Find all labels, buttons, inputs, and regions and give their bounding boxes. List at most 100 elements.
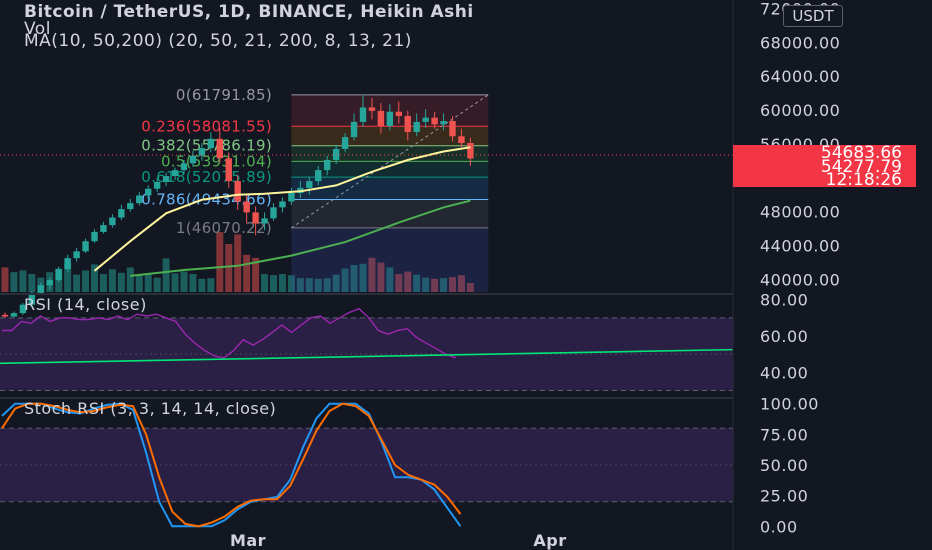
trading-chart[interactable]: 0(61791.85)0.236(58081.55)0.382(55786.19… [0,0,932,550]
candle-body [82,241,89,252]
volume-bar [153,277,161,292]
candle-body [449,121,456,137]
candle-body [171,170,179,177]
volume-bar [126,267,134,292]
candle-body [315,170,322,182]
candle-body [73,251,80,259]
candle-body [64,258,71,270]
stoch-rsi-pane[interactable] [0,402,733,528]
volume-bar [162,258,170,292]
rsi-tick-label: 80.00 [760,291,808,310]
volume-bar [180,271,188,292]
candle-body [100,225,107,232]
candle-body [55,269,62,281]
volume-bar [82,270,90,292]
candle-body [153,181,161,189]
candle-body [395,111,402,116]
candle-body [306,181,313,188]
stoch-tick-label: 100.00 [760,395,819,414]
candle-body [207,138,215,149]
volume-bar [270,275,277,292]
candle-body [109,217,116,226]
candle-body [37,285,44,293]
candle-body [431,117,438,125]
volume-bar [243,254,251,292]
candle-body [341,137,349,149]
fib-zone [291,145,489,162]
stoch-tick-label: 25.00 [760,487,808,506]
candle-body [422,117,429,122]
price-tick-label: 64000.00 [760,67,840,86]
volume-bar [135,275,143,292]
volume-bar [28,274,36,292]
candle-body [279,201,286,208]
fib-label: 0.618(52075.89) [141,168,272,186]
candle-body [332,148,340,160]
candle-body [162,176,170,182]
price-tick-label: 44000.00 [760,236,840,255]
price-tick-label: 60000.00 [760,101,840,120]
volume-bar [73,274,81,292]
volume-bar [99,274,107,292]
volume-bar [225,244,233,292]
ma-legend: MA(10, 50,200) (20, 50, 21, 200, 8, 13, … [24,31,412,51]
countdown-label: 12:18:26 [825,170,902,190]
candle-body [252,212,259,224]
currency-button[interactable]: USDT [783,5,843,27]
candle-body [261,218,268,224]
stoch-tick-label: 0.00 [760,517,798,536]
fib-label: 0.236(58081.55) [141,117,272,135]
volume-bar [171,273,179,292]
stoch-tick-label: 75.00 [760,425,808,444]
fib-label: 0(61791.85) [176,86,272,104]
candle-body [10,313,18,317]
rsi-pane[interactable] [0,307,734,392]
rsi-title: RSI (14, close) [24,295,147,314]
candle-body [189,155,197,164]
candle-body [359,107,367,122]
volume-bar [198,278,206,292]
volume-bar [207,278,215,292]
candle-body [288,192,295,202]
candle-body [377,110,385,127]
candle-body [118,209,125,218]
rsi-tick-label: 40.00 [760,363,808,382]
candle-body [91,231,98,242]
volume-bar [144,274,152,292]
candle-body [145,188,152,196]
rsi-tick-label: 60.00 [760,327,808,346]
candle-body [368,107,376,111]
price-pane[interactable]: 0(61791.85)0.236(58081.55)0.382(55786.19… [0,86,733,323]
candle-body [225,158,232,182]
chart-title: Bitcoin / TetherUS, 1D, BINANCE, Heikin … [24,2,474,22]
volume-bar [261,274,269,292]
volume-bar [1,267,9,292]
candle-body [386,111,394,127]
candle-body [404,115,411,133]
candle-body [1,314,9,317]
price-countdown-box: 54277.79 12:18:26 [733,159,916,190]
candle-body [136,195,143,204]
candle-body [127,203,134,210]
price-tick-label: 68000.00 [760,33,840,52]
volume-bar [117,272,125,292]
price-tick-label: 48000.00 [760,203,840,222]
candle-body [324,159,331,171]
volume-bar [108,269,116,292]
volume-bar [10,272,18,292]
candle-body [180,163,188,171]
candle-body [467,143,474,159]
stoch-rsi-title: Stoch RSI (3, 3, 14, 14, close) [24,399,277,418]
time-tick-label: Mar [230,531,266,550]
volume-bar [19,270,27,292]
fib-zone [291,227,489,292]
candle-body [350,121,358,138]
volume-bar [189,274,197,292]
volume-bar [234,234,242,292]
candle-body [234,181,241,202]
price-tick-label: 40000.00 [760,270,840,289]
candle-body [458,136,465,144]
candle-body [243,201,250,213]
candle-body [270,207,277,219]
candle-body [46,280,53,286]
